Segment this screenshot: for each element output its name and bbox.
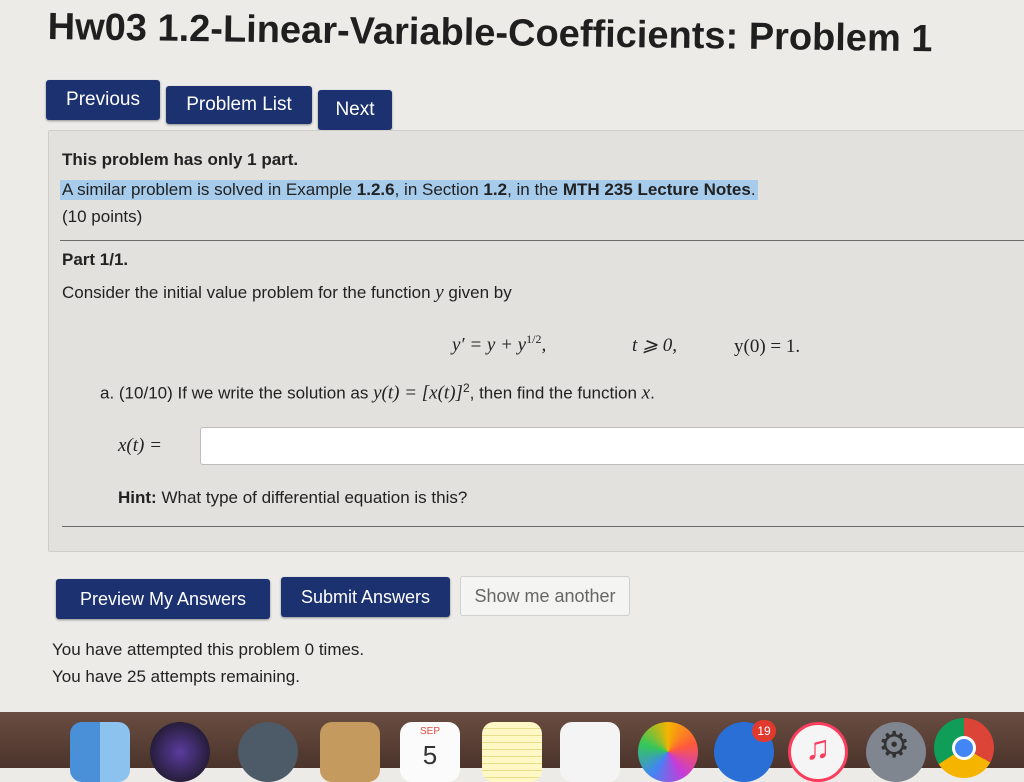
prompt-prefix: Consider the initial value problem for t…	[62, 283, 436, 302]
system-preferences-icon[interactable]: ⚙	[866, 722, 926, 782]
reminders-icon[interactable]	[560, 722, 620, 782]
calendar-month: SEP	[419, 726, 440, 737]
notes-icon[interactable]	[482, 722, 542, 782]
equation-comma: ,	[541, 334, 547, 356]
remaining-text: You have 25 attempts remaining.	[52, 667, 300, 686]
attempts-text: You have attempted this problem 0 times.	[52, 640, 365, 659]
calendar-day: 5	[422, 740, 438, 770]
question-a-math: y(t) = [x(t)]	[373, 382, 463, 404]
divider-top	[60, 240, 1024, 241]
siri-icon[interactable]	[150, 722, 210, 782]
equation: y′ = y + y1/2,	[452, 332, 546, 356]
part-label: Part 1/1.	[62, 250, 129, 269]
question-a-period: .	[650, 383, 655, 403]
photos-icon[interactable]	[638, 722, 698, 782]
divider-bottom	[62, 526, 1024, 527]
similar-mid1: , in Section	[394, 180, 484, 199]
parts-text: This problem has only 1 part.	[62, 150, 299, 169]
points-text: (10 points)	[62, 207, 143, 226]
similar-mid2: , in the	[507, 180, 563, 199]
equation-lhs: y′ = y + y	[452, 334, 527, 356]
show-another-button[interactable]: Show me another	[460, 576, 630, 616]
next-button[interactable]: Next	[318, 90, 392, 130]
example-ref: 1.2.6	[356, 180, 395, 199]
prompt-var: y	[435, 282, 444, 303]
chrome-icon[interactable]	[934, 718, 994, 778]
hint-text: What type of differential equation is th…	[156, 488, 468, 507]
problem-list-button[interactable]: Problem List	[166, 86, 312, 124]
itunes-icon[interactable]: ♫	[788, 722, 848, 782]
equation-exponent: 1/2	[526, 332, 542, 346]
lecture-notes-link[interactable]: MTH 235 Lecture Notes	[563, 180, 751, 199]
similar-suffix: .	[750, 180, 756, 199]
previous-button[interactable]: Previous	[46, 80, 160, 120]
prompt-suffix: given by	[443, 283, 512, 302]
equation-initial: y(0) = 1.	[734, 336, 801, 357]
question-a-var: x	[641, 382, 651, 404]
similar-prefix: A similar problem is solved in Example	[62, 180, 357, 199]
answer-label: x(t) =	[118, 435, 162, 456]
preview-answers-button[interactable]: Preview My Answers	[56, 579, 270, 619]
gear-icon: ⚙	[878, 724, 911, 765]
equation-condition: t ⩾ 0,	[632, 335, 677, 356]
calendar-icon[interactable]: SEP 5	[400, 722, 460, 782]
question-a-prefix: a. (10/10) If we write the solution as	[100, 383, 374, 403]
section-ref: 1.2	[483, 180, 508, 199]
page-title: Hw03 1.2-Linear-Variable-Coefficients: P…	[47, 6, 933, 61]
finder-icon[interactable]	[70, 722, 130, 782]
contacts-icon[interactable]	[320, 722, 380, 782]
chrome-center	[952, 736, 976, 760]
question-a: a. (10/10) If we write the solution as y…	[100, 381, 655, 405]
hint-label: Hint:	[118, 488, 157, 507]
app-badge: 19	[752, 720, 776, 742]
hint: Hint: What type of differential equation…	[118, 488, 467, 508]
submit-answers-button[interactable]: Submit Answers	[281, 577, 450, 617]
music-note-icon: ♫	[805, 729, 831, 767]
answer-input[interactable]	[200, 427, 1024, 465]
similar-problem-note: A similar problem is solved in Example 1…	[60, 180, 758, 200]
prompt-text: Consider the initial value problem for t…	[62, 282, 512, 304]
question-a-exponent: 2	[462, 381, 470, 395]
launchpad-icon[interactable]	[238, 722, 298, 782]
question-a-suffix: , then find the function	[469, 383, 642, 403]
